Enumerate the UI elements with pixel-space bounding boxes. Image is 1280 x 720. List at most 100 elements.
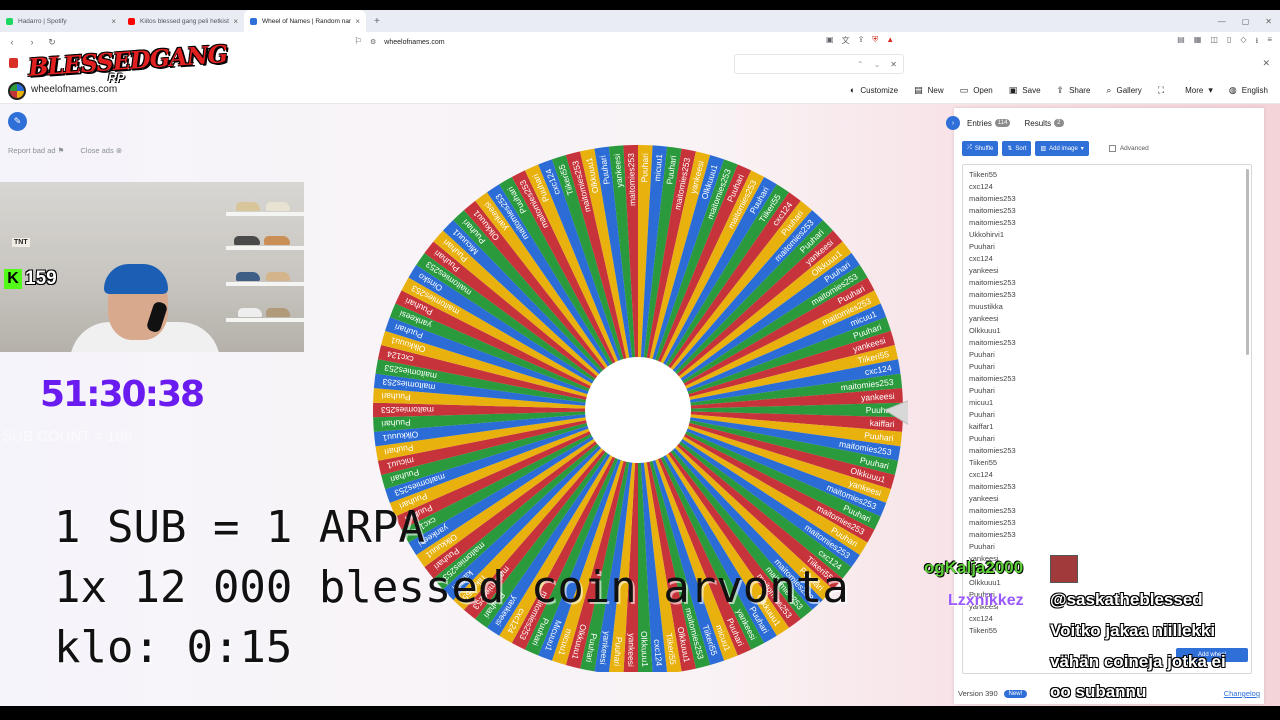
wheel-slice-label: Puuhari bbox=[381, 391, 411, 403]
nav-item-customize[interactable]: ◐ Customize bbox=[850, 85, 898, 95]
report-ad-link[interactable]: Report bad ad ⚑ bbox=[8, 146, 64, 155]
entry-line: Puuhari bbox=[969, 410, 995, 419]
nav-item-fullscreen[interactable]: ⛶ bbox=[1158, 85, 1169, 96]
extension-alert-icon[interactable]: ▲ bbox=[886, 35, 894, 46]
wallet-icon[interactable]: ▯ bbox=[1227, 35, 1231, 49]
menu-icon[interactable]: ≡ bbox=[1267, 35, 1272, 49]
minimize-icon[interactable]: — bbox=[1218, 17, 1226, 26]
nav-item-new[interactable]: ▤ New bbox=[914, 85, 944, 96]
collapse-panel-icon[interactable]: › bbox=[946, 116, 960, 130]
find-in-page-box[interactable]: ⌃ ⌄ ✕ bbox=[734, 54, 904, 74]
shuffle-button[interactable]: ⤮ Shuffle bbox=[962, 141, 999, 156]
entry-line: yankeesi bbox=[969, 266, 999, 275]
tab-close-icon[interactable]: × bbox=[233, 17, 238, 26]
tab-entries[interactable]: › Entries 114 bbox=[946, 116, 1011, 130]
streamer-cap bbox=[104, 264, 168, 294]
site-info-icon[interactable]: ⚙ bbox=[370, 38, 376, 46]
address-bar-actions: ▣ 文 ⇪ ⛨ ▲ bbox=[826, 35, 894, 46]
chat-message-line: oo subannu bbox=[1050, 682, 1147, 701]
forward-icon[interactable]: › bbox=[24, 37, 40, 47]
close-bar-icon[interactable]: ✕ bbox=[1262, 58, 1270, 69]
palette-icon: ◐ bbox=[849, 85, 856, 95]
new-tab-button[interactable]: + bbox=[374, 16, 380, 27]
entry-line: maitomies253 bbox=[969, 482, 1016, 491]
entry-line: Olkkuuu1 bbox=[969, 326, 1001, 335]
shoe bbox=[234, 236, 260, 245]
shoe bbox=[264, 236, 290, 245]
nav-item-share[interactable]: ⇪ Share bbox=[1057, 85, 1091, 96]
share-page-icon[interactable]: ⇪ bbox=[858, 35, 865, 46]
wheel-center-hub[interactable] bbox=[585, 357, 691, 463]
reading-list-icon[interactable]: ▦ bbox=[1194, 35, 1202, 49]
nav-item-label: Open bbox=[973, 85, 993, 95]
wheel-slice-label: maitomies253 bbox=[626, 153, 637, 206]
add-image-button[interactable]: ▨ Add image ▾ bbox=[1035, 141, 1089, 156]
close-ads-link[interactable]: Close ads ⊗ bbox=[80, 146, 122, 155]
site-name[interactable]: wheelofnames.com bbox=[31, 84, 117, 95]
entry-line: maitomies253 bbox=[969, 338, 1016, 347]
entry-line: cxc124 bbox=[969, 254, 993, 263]
nav-item-label: English bbox=[1241, 85, 1268, 95]
edit-pencil-icon[interactable]: ✎ bbox=[8, 112, 27, 131]
share-icon: ⇪ bbox=[1056, 84, 1065, 95]
bookmark-icon[interactable]: ⚐ bbox=[354, 36, 362, 47]
sidebar-icon[interactable]: ▤ bbox=[1177, 35, 1185, 49]
split-view-icon[interactable]: ◫ bbox=[1210, 35, 1218, 49]
site-logo-icon[interactable] bbox=[8, 82, 26, 100]
chat-username-2: Lzxnikkez bbox=[948, 592, 1024, 609]
maximize-icon[interactable]: ▢ bbox=[1242, 17, 1250, 26]
back-icon[interactable]: ‹ bbox=[4, 37, 20, 47]
translate-icon[interactable]: 文 bbox=[842, 35, 850, 46]
nav-item-gallery[interactable]: ⌕ Gallery bbox=[1106, 85, 1141, 96]
reload-icon[interactable]: ↻ bbox=[44, 37, 60, 48]
browser-tab[interactable]: Wheel of Names | Random name × bbox=[244, 10, 366, 32]
wheel-slice-label: maitomies253 bbox=[381, 405, 434, 415]
tab-title: Hadarro | Spotify bbox=[18, 17, 67, 25]
shield-icon[interactable]: ⛨ bbox=[872, 35, 878, 46]
viewer-count: 159 bbox=[25, 268, 57, 289]
entry-line: Puuhari bbox=[969, 542, 995, 551]
advanced-toggle[interactable]: Advanced bbox=[1108, 145, 1149, 152]
close-window-icon[interactable]: ✕ bbox=[1265, 17, 1272, 26]
download-icon[interactable]: ⭳ bbox=[1256, 35, 1259, 49]
stream-brand-sub: RP bbox=[108, 71, 125, 85]
nav-item-more[interactable]: More ▾ bbox=[1185, 85, 1213, 96]
wheel-slice-label: Olkkuuu1 bbox=[639, 631, 650, 667]
overlay-line-1: 1 SUB = 1 ARPA bbox=[54, 502, 425, 553]
find-close-icon[interactable]: ✕ bbox=[890, 60, 897, 69]
panel-tabs: › Entries 114 Results 2 bbox=[946, 114, 1078, 132]
entries-toolbar: ⤮ Shuffle ⇅ Sort ▨ Add image ▾ Advanced bbox=[962, 141, 1149, 156]
webcam-feed: TNT bbox=[0, 182, 304, 352]
shoe bbox=[266, 272, 290, 281]
new-file-icon: ▤ bbox=[914, 84, 923, 95]
tab-results[interactable]: Results 2 bbox=[1024, 119, 1064, 128]
tab-close-icon[interactable]: × bbox=[111, 17, 116, 26]
entry-line: Puuhari bbox=[969, 386, 995, 395]
nav-item-label: Customize bbox=[860, 85, 899, 95]
tab-favicon-icon bbox=[128, 17, 135, 25]
browser-tab[interactable]: Hadarro | Spotify × bbox=[0, 10, 122, 32]
changelog-link[interactable]: Changelog bbox=[1224, 689, 1260, 698]
entry-line: kaiffar1 bbox=[969, 422, 994, 431]
results-count-badge: 2 bbox=[1054, 119, 1064, 127]
globe-icon: ◍ bbox=[1228, 84, 1237, 95]
version-label: Version 390 bbox=[958, 689, 998, 698]
fullscreen-icon: ⛶ bbox=[1157, 84, 1165, 95]
panel-footer: Version 390 New! bbox=[958, 689, 1028, 698]
find-next-icon[interactable]: ⌄ bbox=[874, 60, 881, 69]
tab-close-icon[interactable]: × bbox=[355, 17, 360, 26]
nav-item-english[interactable]: ◍ English bbox=[1229, 85, 1268, 96]
vpn-icon[interactable]: ◇ bbox=[1240, 35, 1246, 49]
find-previous-icon[interactable]: ⌃ bbox=[857, 60, 864, 69]
close-circle-icon: ⊗ bbox=[115, 146, 123, 155]
cast-icon[interactable]: ▣ bbox=[826, 35, 834, 46]
advanced-checkbox[interactable] bbox=[1108, 145, 1116, 152]
entry-line: maitomies253 bbox=[969, 374, 1016, 383]
browser-tab[interactable]: Kiitos blessed gang peli hetkist - Yo × bbox=[122, 10, 244, 32]
nav-item-open[interactable]: ▭ Open bbox=[960, 85, 993, 96]
nav-item-save[interactable]: ▣ Save bbox=[1009, 85, 1041, 96]
entries-scrollbar[interactable] bbox=[1246, 169, 1249, 355]
sort-button[interactable]: ⇅ Sort bbox=[1002, 141, 1032, 156]
brave-icon[interactable] bbox=[9, 58, 18, 68]
close-ads-label: Close ads bbox=[80, 146, 114, 155]
